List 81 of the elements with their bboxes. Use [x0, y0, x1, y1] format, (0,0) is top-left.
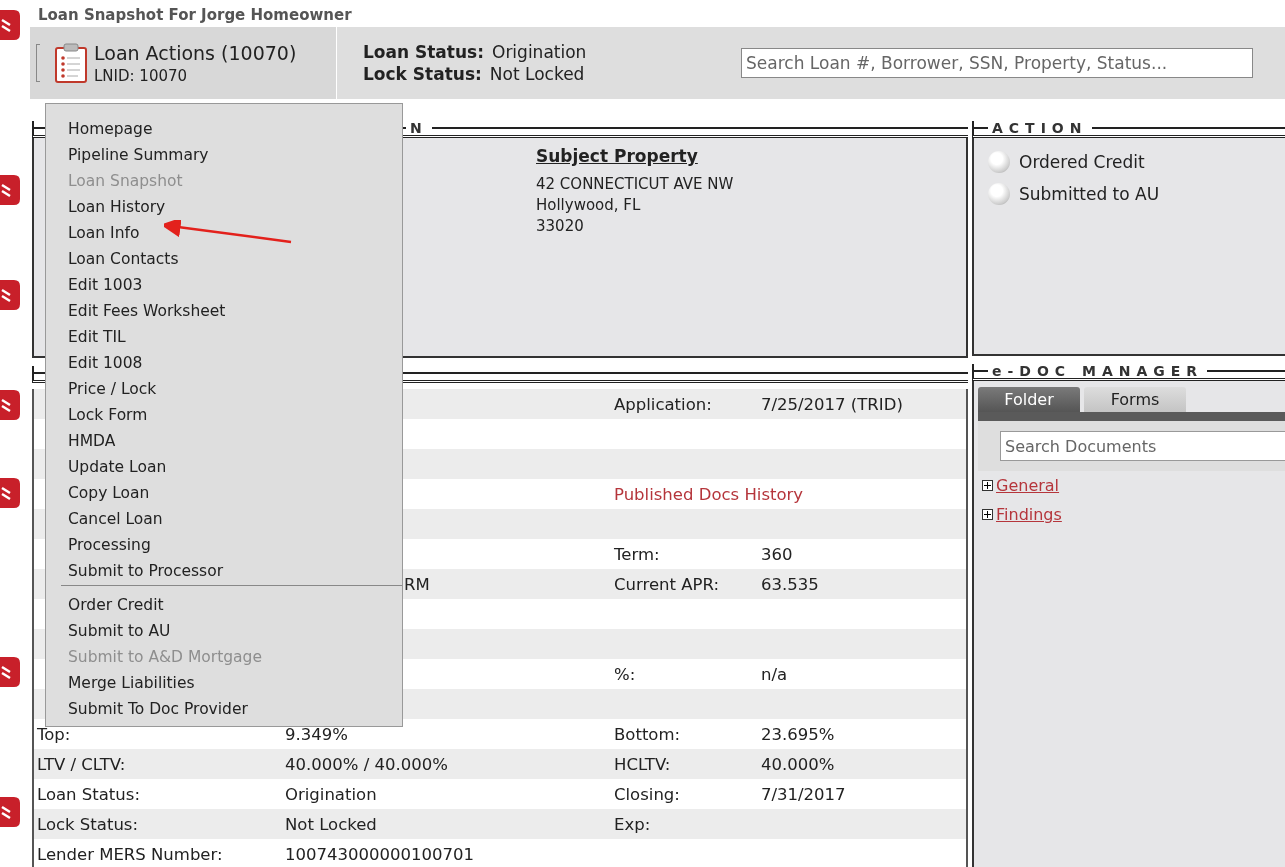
menu-item[interactable]: Lock Form [46, 402, 402, 428]
field-value: RM [404, 574, 430, 594]
menu-item[interactable]: Submit to Processor [46, 558, 402, 584]
status-label: Lock Status: [363, 64, 482, 84]
page-title: Loan Snapshot For Jorge Homeowner [37, 5, 353, 26]
tab-icon[interactable] [0, 10, 20, 40]
field-label: Bottom: [614, 724, 681, 744]
folder-link[interactable]: General [996, 476, 1060, 495]
address-line: 42 CONNECTICUT AVE NW [536, 174, 734, 195]
tab-icon[interactable] [0, 280, 20, 310]
field-value: 40.000% [761, 754, 835, 774]
search-field[interactable]: Search Loan #, Borrower, SSN, Property, Status... [741, 48, 1253, 78]
loan-actions-title: Loan Actions (10070) [94, 41, 297, 64]
field-value: 23.695% [761, 724, 835, 744]
section-title: ACTION [991, 121, 1089, 135]
field-label: Lock Status: [37, 814, 138, 834]
menu-item[interactable]: Loan Contacts [46, 246, 402, 272]
field-value: 7/31/2017 [761, 784, 846, 804]
status-label: Loan Status: [363, 42, 484, 62]
field-label: LTV / CLTV: [37, 754, 126, 774]
folder-link[interactable]: Findings [996, 505, 1062, 524]
expand-icon[interactable] [982, 480, 993, 491]
field-value: Origination [285, 784, 377, 804]
menu-item[interactable]: Processing [46, 532, 402, 558]
field-label: Application: [614, 394, 712, 414]
loan-actions-button[interactable]: Loan Actions (10070) LNID: 10070 [30, 27, 337, 99]
field-value: 40.000% / 40.000% [285, 754, 448, 774]
field-value: 100743000000100701 [285, 844, 474, 864]
menu-item[interactable]: Edit TIL [46, 324, 402, 350]
field-value: n/a [761, 664, 788, 684]
tab-icon[interactable] [0, 797, 20, 827]
menu-item[interactable]: Order Credit [46, 592, 402, 618]
field-label: Closing: [614, 784, 680, 804]
action-label: Ordered Credit [1019, 152, 1145, 172]
field-label: Exp: [614, 814, 651, 834]
menu-item[interactable]: Edit Fees Worksheet [46, 298, 402, 324]
subject-property-heading: Subject Property [536, 146, 699, 166]
loan-id: LNID: 10070 [94, 66, 189, 85]
section-title: e-DOC MANAGER [991, 364, 1205, 378]
tab-icon[interactable] [0, 390, 20, 420]
field-label: HCLTV: [614, 754, 671, 774]
expand-icon[interactable] [982, 509, 993, 520]
field-value: 360 [761, 544, 793, 564]
menu-item[interactable]: Cancel Loan [46, 506, 402, 532]
menu-item[interactable]: Pipeline Summary [46, 142, 402, 168]
menu-item[interactable]: Edit 1003 [46, 272, 402, 298]
field-value: 9.349% [285, 724, 348, 744]
address-line: 33020 [536, 216, 585, 237]
handle-icon [36, 44, 40, 82]
menu-item[interactable]: Homepage [46, 116, 402, 142]
field-label: %: [614, 664, 636, 684]
history-link[interactable]: Published Docs History [614, 484, 804, 504]
address-line: Hollywood, FL [536, 195, 642, 216]
document-search-field[interactable]: Search Documents [1000, 431, 1285, 461]
menu-item[interactable]: Submit to AU [46, 618, 402, 644]
field-value: 63.535 [761, 574, 819, 594]
menu-item[interactable]: Edit 1008 [46, 350, 402, 376]
action-label: Submitted to AU [1019, 184, 1160, 204]
status-value: Not Locked [489, 64, 585, 84]
menu-item[interactable]: Merge Liabilities [46, 670, 402, 696]
field-value: 7/25/2017 (TRID) [761, 394, 903, 414]
field-label: Current APR: [614, 574, 719, 594]
field-value: Not Locked [285, 814, 377, 834]
field-label: Top: [37, 724, 71, 744]
field-label: Loan Status: [37, 784, 140, 804]
tab[interactable]: Folder [978, 387, 1080, 412]
tab-icon[interactable] [0, 478, 20, 508]
menu-item[interactable]: Loan History [46, 194, 402, 220]
field-label: Lender MERS Number: [37, 844, 223, 864]
tab-icon[interactable] [0, 175, 20, 205]
menu-item[interactable]: HMDA [46, 428, 402, 454]
tab[interactable]: Forms [1084, 387, 1186, 412]
menu-item[interactable]: Price / Lock [46, 376, 402, 402]
clipboard-icon [54, 43, 88, 83]
menu-item[interactable]: Submit To Doc Provider [46, 696, 402, 722]
menu-item[interactable]: Copy Loan [46, 480, 402, 506]
menu-item[interactable]: Loan Info [46, 220, 402, 246]
tab-icon[interactable] [0, 657, 20, 687]
status-value: Origination [492, 42, 587, 62]
section-title: N [409, 121, 429, 135]
field-label: Term: [614, 544, 660, 564]
